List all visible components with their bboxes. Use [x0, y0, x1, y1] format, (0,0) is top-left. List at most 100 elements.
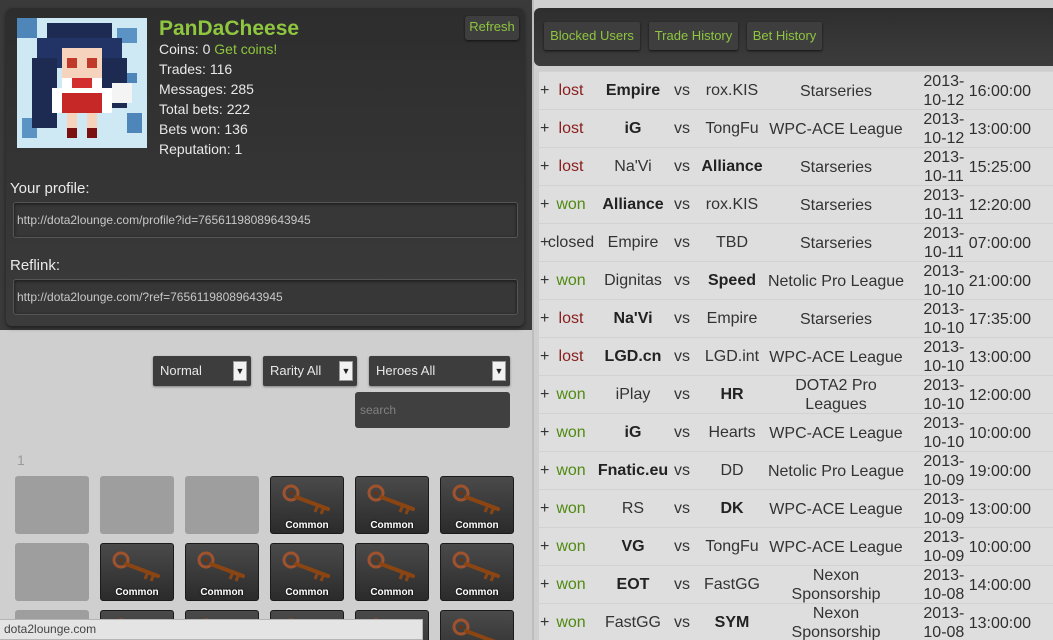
- right-panel: Blocked Users Trade History Bet History …: [534, 0, 1053, 640]
- match-time: 10:00:00: [968, 538, 1031, 556]
- tab-trade-history[interactable]: Trade History: [649, 22, 738, 50]
- inventory-item[interactable]: Common: [355, 476, 429, 534]
- team-2[interactable]: Alliance: [693, 148, 771, 186]
- bet-result: won: [556, 576, 586, 593]
- bet-history-row[interactable]: + won Fnatic.eu vs DD Netolic Pro League 2013-…: [539, 451, 1053, 489]
- bet-history-row[interactable]: + won iG vs Hearts WPC-ACE League 2013-10-10 10…: [539, 413, 1053, 451]
- bet-history-row[interactable]: + lost Empire vs rox.KIS Starseries 2013-10-12…: [539, 71, 1053, 109]
- tab-blocked-users[interactable]: Blocked Users: [544, 22, 640, 50]
- profile-url-field[interactable]: http://dota2lounge.com/profile?id=765611…: [13, 202, 518, 238]
- team-1[interactable]: Empire: [595, 224, 671, 262]
- empty-inventory-slot: [15, 476, 89, 534]
- team-2[interactable]: DK: [693, 490, 771, 528]
- team-2[interactable]: rox.KIS: [693, 186, 771, 224]
- team-1[interactable]: LGD.cn: [595, 338, 671, 376]
- inventory-item[interactable]: Common: [440, 610, 514, 640]
- bet-history-row[interactable]: + closed Empire vs TBD Starseries 2013-10-11 07…: [539, 223, 1053, 261]
- bet-history-row[interactable]: + lost Na'Vi vs Empire Starseries 2013-10-10 17…: [539, 299, 1053, 337]
- team-2[interactable]: TBD: [693, 224, 771, 262]
- bet-history-row[interactable]: + lost iG vs TongFu WPC-ACE League 2013-10-12 1…: [539, 109, 1053, 147]
- inventory-item[interactable]: Common: [440, 476, 514, 534]
- team-1[interactable]: EOT: [595, 566, 671, 604]
- inventory-item[interactable]: Common: [185, 543, 259, 601]
- bet-history-row[interactable]: + won FastGG vs SYM Nexon Sponsorship 2013-10-…: [539, 603, 1053, 640]
- reflink-url-field[interactable]: http://dota2lounge.com/?ref=765611980896…: [13, 279, 518, 315]
- refresh-button[interactable]: Refresh: [465, 16, 519, 40]
- inventory-item[interactable]: Common: [100, 543, 174, 601]
- team-1[interactable]: FastGG: [595, 604, 671, 640]
- bet-result: won: [556, 386, 586, 403]
- key-icon: [112, 551, 160, 582]
- pixel-art-anime-girl-avatar-icon: [17, 18, 147, 148]
- total-bets-label: Total bets:: [159, 101, 223, 117]
- match-datetime: 2013-10-08 14:00:00: [919, 566, 1031, 604]
- search-input[interactable]: [355, 392, 510, 428]
- team-1[interactable]: Na'Vi: [595, 148, 671, 186]
- team-1[interactable]: iG: [595, 110, 671, 148]
- team-1[interactable]: iPlay: [595, 376, 671, 414]
- bet-history-row[interactable]: + won EOT vs FastGG Nexon Sponsorship 2013-10-…: [539, 565, 1053, 603]
- empty-inventory-slot: [185, 476, 259, 534]
- bet-result: won: [556, 272, 586, 289]
- team-2[interactable]: Hearts: [693, 414, 771, 452]
- team-2[interactable]: LGD.int: [693, 338, 771, 376]
- get-coins-link[interactable]: Get coins!: [214, 41, 277, 57]
- inventory-item[interactable]: Common: [355, 543, 429, 601]
- team-1[interactable]: Fnatic.eu: [595, 452, 671, 490]
- team-1[interactable]: Alliance: [595, 186, 671, 224]
- team-1[interactable]: Dignitas: [595, 262, 671, 300]
- team-1[interactable]: Empire: [595, 72, 671, 110]
- quality-select[interactable]: Normal ▼: [153, 356, 251, 386]
- match-time: 15:25:00: [968, 158, 1031, 176]
- team-2[interactable]: SYM: [693, 604, 771, 640]
- match-time: 21:00:00: [968, 272, 1031, 290]
- league-name: Starseries: [799, 82, 873, 100]
- team-1[interactable]: VG: [595, 528, 671, 566]
- bet-history-row[interactable]: + won iPlay vs HR DOTA2 Pro Leagues 2013-10-10…: [539, 375, 1053, 413]
- team-2[interactable]: FastGG: [693, 566, 771, 604]
- heroes-select[interactable]: Heroes All ▼: [369, 356, 510, 386]
- reflink-label: Reflink:: [10, 257, 61, 274]
- team-2[interactable]: Empire: [693, 300, 771, 338]
- team-2[interactable]: DD: [693, 452, 771, 490]
- match-datetime: 2013-10-10 13:00:00: [919, 338, 1031, 376]
- team-2[interactable]: TongFu: [693, 528, 771, 566]
- chevron-down-icon: ▼: [339, 361, 353, 381]
- team-1[interactable]: RS: [595, 490, 671, 528]
- bet-history-row[interactable]: + won VG vs TongFu WPC-ACE League 2013-10-09 10…: [539, 527, 1053, 565]
- team-2[interactable]: Speed: [693, 262, 771, 300]
- inventory-item[interactable]: Common: [270, 543, 344, 601]
- inventory-item[interactable]: Common: [440, 543, 514, 601]
- messages-value: 285: [230, 81, 254, 97]
- bets-won-stat: Bets won: 136: [159, 119, 248, 139]
- bets-won-value: 136: [224, 121, 248, 137]
- match-date: 2013-10-12: [923, 73, 965, 109]
- bet-history-row[interactable]: + lost LGD.cn vs LGD.int WPC-ACE League 2013-1…: [539, 337, 1053, 375]
- team-2[interactable]: rox.KIS: [693, 72, 771, 110]
- bet-result: won: [556, 500, 586, 517]
- match-date: 2013-10-10: [923, 415, 965, 451]
- match-date: 2013-10-08: [923, 605, 965, 640]
- bet-history-row[interactable]: + lost Na'Vi vs Alliance Starseries 2013-10-11…: [539, 147, 1053, 185]
- team-1[interactable]: Na'Vi: [595, 300, 671, 338]
- chevron-down-icon: ▼: [233, 361, 247, 381]
- tab-bet-history[interactable]: Bet History: [747, 22, 822, 50]
- team-2[interactable]: TongFu: [693, 110, 771, 148]
- messages-label: Messages:: [159, 81, 227, 97]
- empty-inventory-slot: [15, 543, 89, 601]
- bet-history-row[interactable]: + won RS vs DK WPC-ACE League 2013-10-09 13:00:…: [539, 489, 1053, 527]
- bet-history-row[interactable]: + won Dignitas vs Speed Netolic Pro League 201…: [539, 261, 1053, 299]
- item-rarity-label: Common: [455, 520, 499, 531]
- bet-history-row[interactable]: + won Alliance vs rox.KIS Starseries 2013-10-1…: [539, 185, 1053, 223]
- inventory-item[interactable]: Common: [270, 476, 344, 534]
- league-name: WPC-ACE League: [769, 120, 903, 138]
- match-date: 2013-10-09: [923, 529, 965, 565]
- bet-result: lost: [558, 82, 584, 99]
- team-1[interactable]: iG: [595, 414, 671, 452]
- match-date: 2013-10-12: [923, 111, 965, 147]
- page-number: 1: [17, 452, 25, 468]
- match-time: 07:00:00: [968, 234, 1031, 252]
- rarity-select[interactable]: Rarity All ▼: [263, 356, 357, 386]
- team-2[interactable]: HR: [693, 376, 771, 414]
- messages-stat: Messages: 285: [159, 79, 254, 99]
